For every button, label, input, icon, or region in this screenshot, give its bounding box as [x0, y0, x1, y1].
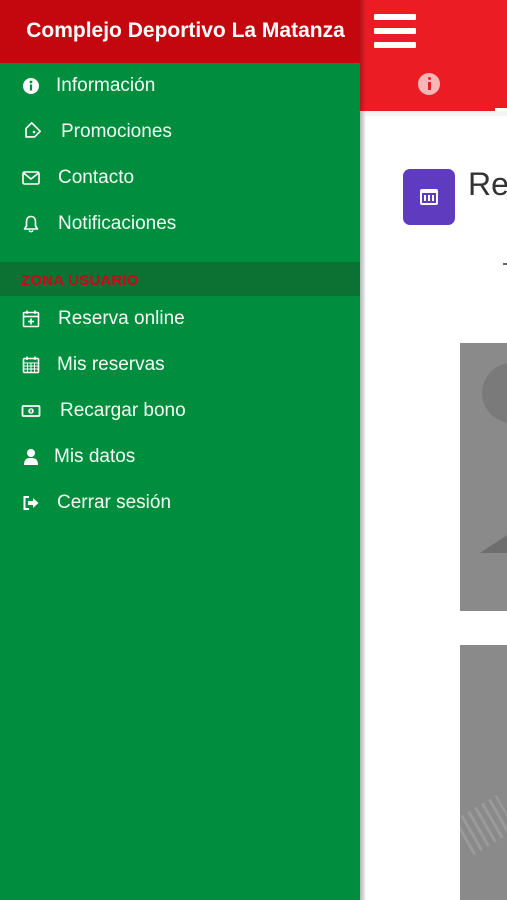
menu-item-recargar-bono[interactable]: Recargar bono: [0, 388, 360, 434]
menu-item-cerrar-sesion[interactable]: Cerrar sesión: [0, 480, 360, 526]
menu-item-contacto[interactable]: Contacto: [0, 155, 360, 201]
menu-item-promociones[interactable]: Promociones: [0, 109, 360, 155]
facility-image[interactable]: [460, 645, 507, 900]
divider: [503, 263, 507, 265]
menu-item-mis-reservas[interactable]: Mis reservas: [0, 342, 360, 388]
drawer-title: Complejo Deportivo La Matanza: [26, 19, 345, 42]
drawer-header: Complejo Deportivo La Matanza: [0, 0, 360, 63]
menu-item-reserva-online[interactable]: Reserva online: [0, 296, 360, 342]
sign-out-icon: [21, 493, 41, 513]
drawer-shadow: [360, 0, 366, 900]
info-circle-icon: [21, 76, 41, 96]
menu-item-informacion[interactable]: Información: [0, 63, 360, 109]
section-title: ZONA USUARIO: [21, 272, 139, 289]
menu-item-label: Contacto: [58, 167, 135, 188]
menu-item-label: Promociones: [61, 121, 172, 142]
section-header: ZONA USUARIO: [0, 262, 360, 296]
menu-item-label: Mis reservas: [57, 354, 165, 375]
calendar-icon: [403, 169, 455, 225]
menu-item-label: Cerrar sesión: [57, 492, 172, 513]
hamburger-menu-icon[interactable]: [374, 14, 416, 48]
money-bill-icon: [21, 401, 41, 421]
menu-item-label: Mis datos: [54, 446, 136, 467]
navigation-drawer: Complejo Deportivo La Matanza Informació…: [0, 0, 360, 900]
user-icon: [21, 447, 41, 467]
menu-item-mis-datos[interactable]: Mis datos: [0, 434, 360, 480]
calendar-plus-icon: [21, 309, 41, 329]
envelope-icon: [21, 168, 41, 188]
menu-item-label: Recargar bono: [60, 400, 186, 421]
menu-item-label: Reserva online: [58, 308, 185, 329]
menu-item-label: Notificaciones: [58, 213, 177, 234]
bell-icon: [21, 214, 41, 234]
section-title: Res: [468, 166, 507, 202]
menu-item-notificaciones[interactable]: Notificaciones: [0, 201, 360, 247]
info-tab-icon[interactable]: [415, 70, 443, 98]
menu-item-label: Información: [56, 75, 156, 96]
calendar-icon: [21, 355, 41, 375]
facility-image[interactable]: [460, 343, 507, 611]
tag-icon: [21, 122, 41, 142]
